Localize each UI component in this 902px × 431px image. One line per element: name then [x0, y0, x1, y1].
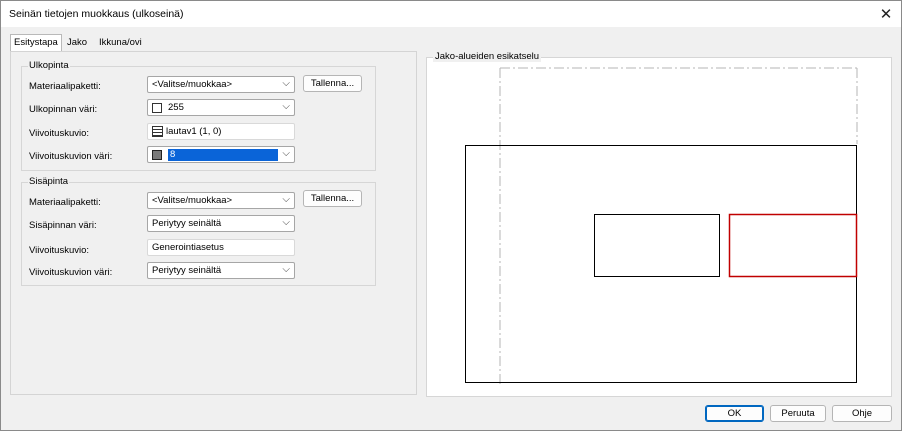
outer-hatch-color-select[interactable]: 8 ⌵ — [147, 146, 295, 163]
color-swatch-icon — [152, 102, 162, 113]
inner-save-button[interactable]: Tallenna... — [303, 190, 362, 207]
outer-hatch-value: lautav1 (1, 0) — [166, 126, 222, 137]
chevron-down-icon: ⌵ — [282, 78, 290, 89]
preview-group — [426, 57, 892, 397]
cancel-button[interactable]: Peruuta — [770, 405, 826, 422]
inner-hatch-color-select[interactable]: Periytyy seinältä ⌵ — [147, 262, 295, 279]
inner-hatch-color-label: Viivoituskuvion väri: — [29, 267, 113, 278]
dash-guides — [499, 67, 858, 384]
outer-hatch-color-value: 8 — [168, 148, 278, 161]
inner-material-label: Materiaalipaketti: — [29, 197, 101, 208]
tab-esitystapa[interactable]: Esitystapa — [10, 34, 62, 51]
outer-material-label: Materiaalipaketti: — [29, 81, 101, 92]
preview-title: Jako-alueiden esikatselu — [433, 51, 542, 62]
opening-rect — [594, 214, 720, 277]
close-button[interactable]: ✕ — [871, 1, 901, 27]
inner-hatch-color-value: Periytyy seinältä — [152, 265, 222, 276]
outer-color-label: Ulkopinnan väri: — [29, 104, 98, 115]
outer-hatch-field[interactable]: lautav1 (1, 0) — [147, 123, 295, 140]
preview-canvas[interactable] — [427, 58, 891, 396]
inner-material-value: <Valitse/muokkaa> — [152, 195, 233, 206]
outer-save-button[interactable]: Tallenna... — [303, 75, 362, 92]
inner-hatch-value: Generointiasetus — [152, 242, 224, 253]
inner-hatch-field[interactable]: Generointiasetus — [147, 239, 295, 256]
hatch-pattern-icon — [152, 126, 163, 137]
chevron-down-icon: ⌵ — [282, 148, 290, 159]
inner-surface-title: Sisäpinta — [28, 176, 70, 187]
color-swatch-icon — [152, 149, 162, 160]
help-button[interactable]: Ohje — [832, 405, 892, 422]
title-bar: Seinän tietojen muokkaus (ulkoseinä) ✕ — [1, 1, 901, 27]
close-icon: ✕ — [879, 6, 893, 23]
chevron-down-icon: ⌵ — [282, 194, 290, 205]
ok-button[interactable]: OK — [705, 405, 764, 422]
inner-color-label: Sisäpinnan väri: — [29, 220, 97, 231]
dialog-window: Seinän tietojen muokkaus (ulkoseinä) ✕ E… — [0, 0, 902, 431]
inner-color-value: Periytyy seinältä — [152, 218, 222, 229]
inner-material-select[interactable]: <Valitse/muokkaa> ⌵ — [147, 192, 295, 209]
outer-hatch-label: Viivoituskuvio: — [29, 128, 90, 139]
tab-ikkuna-ovi[interactable]: Ikkuna/ovi — [96, 36, 145, 51]
inner-hatch-label: Viivoituskuvio: — [29, 245, 90, 256]
outer-color-select[interactable]: 255 ⌵ — [147, 99, 295, 116]
outer-color-value: 255 — [168, 102, 184, 113]
inner-color-select[interactable]: Periytyy seinältä ⌵ — [147, 215, 295, 232]
outer-surface-title: Ulkopinta — [28, 60, 70, 71]
tab-jako[interactable]: Jako — [64, 36, 90, 51]
window-title: Seinän tietojen muokkaus (ulkoseinä) — [9, 8, 184, 20]
wall-outline — [465, 145, 857, 383]
outer-hatch-color-label: Viivoituskuvion väri: — [29, 151, 113, 162]
outer-material-select[interactable]: <Valitse/muokkaa> ⌵ — [147, 76, 295, 93]
selected-opening-rect — [728, 213, 858, 278]
chevron-down-icon: ⌵ — [282, 101, 290, 112]
chevron-down-icon: ⌵ — [282, 217, 290, 228]
outer-material-value: <Valitse/muokkaa> — [152, 79, 233, 90]
chevron-down-icon: ⌵ — [282, 264, 290, 275]
